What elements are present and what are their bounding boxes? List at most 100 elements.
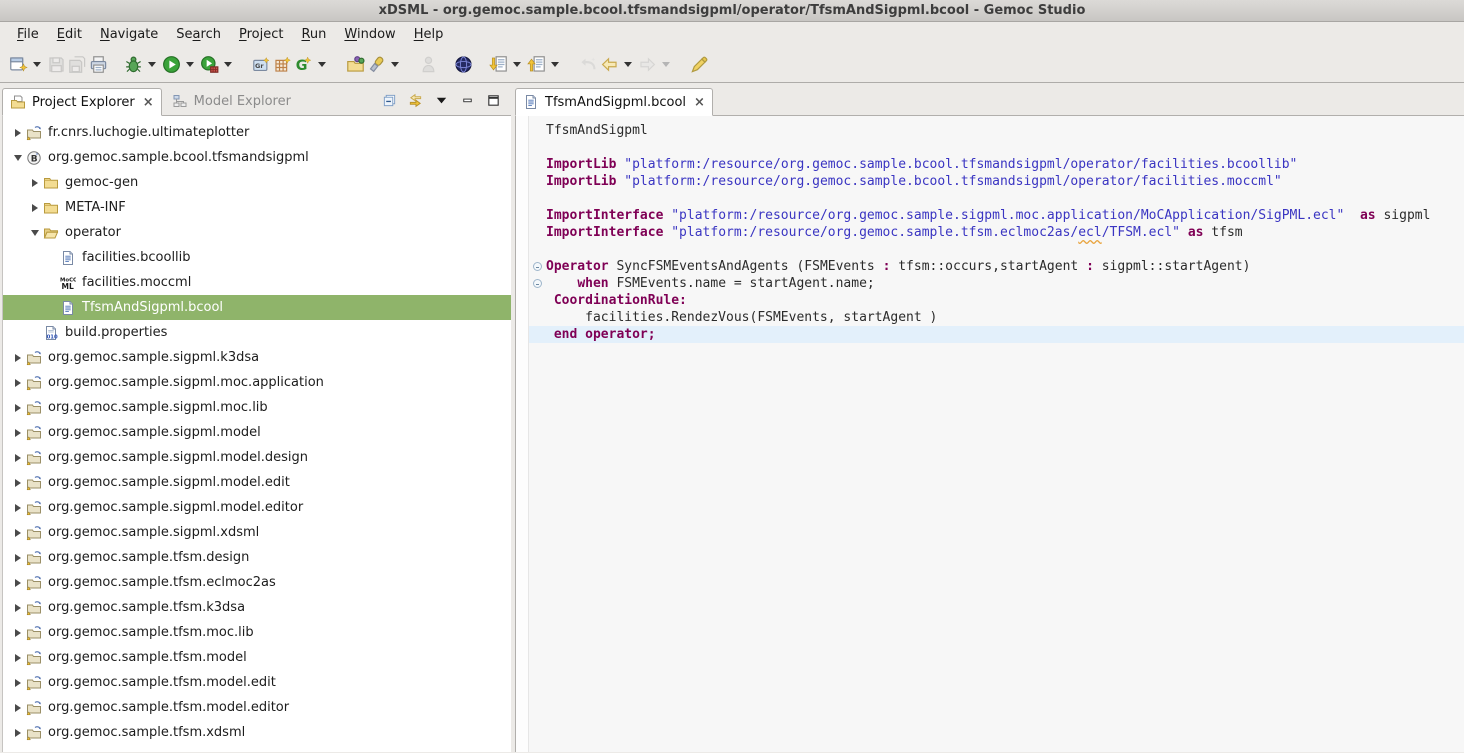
tree-item-facilities.bcoollib[interactable]: facilities.bcoollib [3, 245, 511, 270]
new-grid-wizard-button[interactable] [272, 52, 293, 77]
next-annotation-button[interactable] [488, 52, 509, 77]
tab-model-explorer[interactable]: Model Explorer [162, 87, 301, 115]
search-button[interactable] [366, 52, 387, 77]
tree-item-label: org.gemoc.sample.sigpml.moc.application [48, 375, 324, 390]
expand-arrow[interactable] [11, 379, 24, 387]
maximize-button[interactable] [486, 93, 501, 108]
text-editor[interactable]: TfsmAndSigpmlImportLib "platform:/resour… [515, 116, 1464, 752]
tab-project-explorer[interactable]: Project Explorer × [2, 88, 162, 116]
expand-arrow[interactable] [11, 504, 24, 512]
chevron-down-icon[interactable] [186, 62, 194, 67]
expand-arrow[interactable] [11, 604, 24, 612]
tree-item-org.gemoc.sample.sigpml.model.editor[interactable]: org.gemoc.sample.sigpml.model.editor [3, 495, 511, 520]
project-icon [26, 525, 43, 541]
new-gemoc-language-button[interactable]: G [293, 52, 314, 77]
view-menu-button[interactable] [434, 93, 449, 108]
menu-item-navigate[interactable]: Navigate [91, 24, 167, 45]
expand-arrow[interactable] [11, 429, 24, 437]
expand-arrow[interactable] [11, 629, 24, 637]
tree-item-org.gemoc.sample.sigpml.model.design[interactable]: org.gemoc.sample.sigpml.model.design [3, 445, 511, 470]
chevron-down-icon[interactable] [513, 62, 521, 67]
import-projects-button[interactable] [345, 52, 366, 77]
code-token: "platform:/resource/org.gemoc.sample.bco… [624, 156, 1297, 173]
expand-arrow[interactable] [11, 704, 24, 712]
menu-item-search[interactable]: Search [167, 24, 230, 45]
expand-arrow[interactable] [11, 155, 24, 161]
open-web-browser-button[interactable] [453, 52, 474, 77]
expand-arrow[interactable] [28, 179, 41, 187]
expand-arrow[interactable] [28, 230, 41, 236]
tree-item-build.properties[interactable]: 010build.properties [3, 320, 511, 345]
expand-arrow[interactable] [11, 554, 24, 562]
close-icon[interactable]: × [143, 95, 154, 110]
tab-project-explorer-label: Project Explorer [32, 95, 135, 110]
menu-item-file[interactable]: File [8, 24, 48, 45]
fold-marker[interactable] [529, 258, 546, 275]
menu-item-help[interactable]: Help [405, 24, 453, 45]
tree-item-org.gemoc.sample.tfsm.model[interactable]: org.gemoc.sample.tfsm.model [3, 645, 511, 670]
chevron-down-icon[interactable] [318, 62, 326, 67]
expand-arrow[interactable] [11, 579, 24, 587]
expand-arrow[interactable] [11, 129, 24, 137]
tree-item-org.gemoc.sample.tfsm.model.edit[interactable]: org.gemoc.sample.tfsm.model.edit [3, 670, 511, 695]
tree-item-org.gemoc.sample.bcool.tfsmandsigpml[interactable]: Borg.gemoc.sample.bcool.tfsmandsigpml [3, 145, 511, 170]
tree-item-facilities.moccml[interactable]: MoCCMLfacilities.moccml [3, 270, 511, 295]
close-icon[interactable]: × [694, 95, 705, 110]
expand-arrow[interactable] [11, 479, 24, 487]
expand-arrow[interactable] [11, 679, 24, 687]
project-icon [26, 350, 43, 366]
tree-item-org.gemoc.sample.tfsm.design[interactable]: org.gemoc.sample.tfsm.design [3, 545, 511, 570]
expand-arrow[interactable] [11, 654, 24, 662]
run-configurations-button[interactable] [199, 52, 220, 77]
chevron-down-icon[interactable] [624, 62, 632, 67]
tree-item-org.gemoc.sample.tfsm.model.editor[interactable]: org.gemoc.sample.tfsm.model.editor [3, 695, 511, 720]
expand-arrow[interactable] [11, 454, 24, 462]
collapse-fold-icon[interactable] [533, 279, 542, 288]
print-button[interactable] [88, 52, 109, 77]
tree-item-gemoc-gen[interactable]: gemoc-gen [3, 170, 511, 195]
run-button[interactable] [161, 52, 182, 77]
tree-item-org.gemoc.sample.tfsm.eclmoc2as[interactable]: org.gemoc.sample.tfsm.eclmoc2as [3, 570, 511, 595]
link-with-editor-button[interactable] [408, 93, 423, 108]
chevron-down-icon[interactable] [551, 62, 559, 67]
menu-item-window[interactable]: Window [335, 24, 404, 45]
tree-item-org.gemoc.sample.tfsm.moc.lib[interactable]: org.gemoc.sample.tfsm.moc.lib [3, 620, 511, 645]
mark-occurrences-button[interactable] [689, 52, 710, 77]
chevron-down-icon[interactable] [33, 62, 41, 67]
minimize-button[interactable] [460, 93, 475, 108]
new-wizard-button[interactable] [8, 52, 29, 77]
menu-item-edit[interactable]: Edit [48, 24, 91, 45]
chevron-down-icon[interactable] [391, 62, 399, 67]
tree-item-org.gemoc.sample.sigpml.model.edit[interactable]: org.gemoc.sample.sigpml.model.edit [3, 470, 511, 495]
editor-tab[interactable]: TfsmAndSigpml.bcool × [515, 88, 713, 116]
tree-item-operator[interactable]: operator [3, 220, 511, 245]
tree-item-META-INF[interactable]: META-INF [3, 195, 511, 220]
project-explorer-view: Project Explorer × Model Explorer fr.cnr… [2, 85, 511, 752]
tree-item-org.gemoc.sample.sigpml.model[interactable]: org.gemoc.sample.sigpml.model [3, 420, 511, 445]
chevron-down-icon[interactable] [224, 62, 232, 67]
expand-arrow[interactable] [28, 204, 41, 212]
tree-item-fr.cnrs.luchogie.ultimateplotter[interactable]: fr.cnrs.luchogie.ultimateplotter [3, 120, 511, 145]
window-title: xDSML - org.gemoc.sample.bcool.tfsmandsi… [379, 3, 1086, 18]
menu-item-run[interactable]: Run [292, 24, 335, 45]
menu-item-project[interactable]: Project [230, 24, 293, 45]
previous-annotation-button[interactable] [526, 52, 547, 77]
tree-item-org.gemoc.sample.tfsm.k3dsa[interactable]: org.gemoc.sample.tfsm.k3dsa [3, 595, 511, 620]
back-button[interactable] [599, 52, 620, 77]
tree-item-org.gemoc.sample.sigpml.moc.application[interactable]: org.gemoc.sample.sigpml.moc.application [3, 370, 511, 395]
expand-arrow[interactable] [11, 354, 24, 362]
tree-item-org.gemoc.sample.sigpml.xdsml[interactable]: org.gemoc.sample.sigpml.xdsml [3, 520, 511, 545]
new-gemoc-project-button[interactable]: Gr [251, 52, 272, 77]
tree-item-org.gemoc.sample.sigpml.k3dsa[interactable]: org.gemoc.sample.sigpml.k3dsa [3, 345, 511, 370]
expand-arrow[interactable] [11, 729, 24, 737]
tree-item-org.gemoc.sample.tfsm.xdsml[interactable]: org.gemoc.sample.tfsm.xdsml [3, 720, 511, 745]
collapse-all-button[interactable] [382, 93, 397, 108]
chevron-down-icon[interactable] [148, 62, 156, 67]
tree-item-org.gemoc.sample.sigpml.moc.lib[interactable]: org.gemoc.sample.sigpml.moc.lib [3, 395, 511, 420]
fold-marker[interactable] [529, 275, 546, 292]
debug-button[interactable] [123, 52, 144, 77]
expand-arrow[interactable] [11, 529, 24, 537]
expand-arrow[interactable] [11, 404, 24, 412]
tree-item-TfsmAndSigpml.bcool[interactable]: TfsmAndSigpml.bcool [3, 295, 511, 320]
collapse-fold-icon[interactable] [533, 262, 542, 271]
